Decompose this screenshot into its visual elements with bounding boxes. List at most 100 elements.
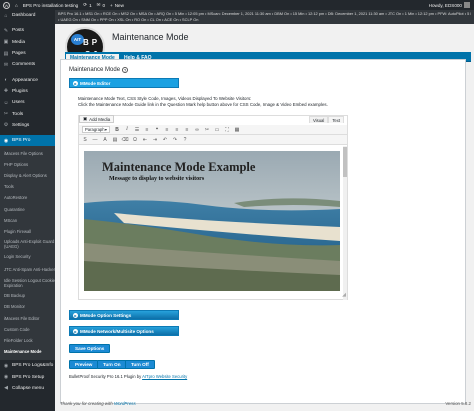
submenu-item-uploads-anti-exploit-guard-uaeg[interactable]: Uploads Anti-Exploit Guard (UAEG) [0,238,55,252]
sidebar-item-pages[interactable]: ▤ Pages [0,48,55,59]
indent-icon[interactable]: ⇥ [152,136,158,143]
bullet-list-icon[interactable]: ☰ [134,126,140,133]
align-right-icon[interactable]: ≡ [184,126,190,133]
submenu-item-idle-session-logout-cookie-expiration[interactable]: Idle Session Logout Cookie Expiration [0,277,55,291]
logo-line-1: BP [83,38,101,47]
home-icon[interactable]: ⌂ [15,3,18,8]
sidebar-item-label: Tools [12,111,24,117]
toolbar-toggle-icon[interactable]: ▦ [234,126,240,133]
sidebar-item-label: Media [12,39,26,45]
scrollbar-thumb[interactable] [343,147,347,177]
sidebar-item-label: Posts [12,28,24,34]
page-title: Maintenance Mode [112,32,189,42]
outdent-icon[interactable]: ⇤ [142,136,148,143]
howdy-text: Howdy, EDS000 [428,2,462,8]
sidebar-item-appearance[interactable]: ◐ Appearance [0,74,55,85]
blockquote-icon[interactable]: ❝ [154,126,160,133]
align-left-icon[interactable]: ≡ [164,126,170,133]
editor-scrollbar[interactable] [343,146,347,300]
bold-icon[interactable]: B [114,126,120,133]
unlink-icon[interactable]: ✂ [204,126,210,133]
paste-text-icon[interactable]: ▤ [112,136,118,143]
mmode-network-options-label: MMode Network/Multisite Options [80,328,154,334]
wordpress-link[interactable]: WordPress [114,401,136,406]
mmode-option-settings-toggle[interactable]: ▸ MMode Option Settings [69,310,179,320]
redo-icon[interactable]: ↷ [172,136,178,143]
resize-handle-icon[interactable]: ◢ [342,292,346,298]
sidebar-item-users[interactable]: ☺ Users [0,97,55,108]
sidebar-item-bps-pro-setup[interactable]: ◉ BPS Pro Setup [0,371,55,382]
submenu-item-imacess-file-editor[interactable]: iMacess File Editor [0,313,55,324]
help-question-icon[interactable]: ? [122,67,129,73]
wordpress-logo-icon[interactable]: W [3,1,10,9]
site-name-link[interactable]: BPS Pro installation testing [23,3,78,8]
dashboard-icon: ⌂ [4,12,8,19]
submenu-item-autorestore[interactable]: AutoRestore [0,193,55,204]
tab-text[interactable]: Text [328,116,344,123]
sidebar-item-settings[interactable]: ⚙ Settings [0,120,55,131]
submenu-item-plugin-firewall[interactable]: Plugin Firewall [0,227,55,238]
sidebar-item-plugins[interactable]: ✚ Plugins [0,86,55,97]
new-content-link[interactable]: + New [110,3,124,8]
submenu-item-jtc-anti-spam-anti-hacker[interactable]: JTC Anti-Spam Anti-Hacker [0,263,55,277]
italic-icon[interactable]: I [124,126,130,133]
avatar [464,2,470,8]
sidebar-item-tools[interactable]: ✂ Tools [0,108,55,119]
new-label: New [114,2,124,8]
strikethrough-icon[interactable]: S [82,136,88,143]
submenu-item-login-security[interactable]: Login Security [0,252,55,263]
mmode-editor-label: MMode Editor [80,80,111,86]
footer-thanks-text: Thank you for creating with [60,401,114,406]
sidebar-item-posts[interactable]: ✎ Posts [0,25,55,36]
clear-formatting-icon[interactable]: ⌫ [121,136,128,143]
refresh-icon: ⟳ [83,2,88,7]
submenu-item-display-alert-options[interactable]: Display & Alert Options [0,171,55,182]
preview-button[interactable]: Preview [69,360,99,369]
sidebar-item-media[interactable]: ▣ Media [0,37,55,48]
submenu-item-maintenance-mode[interactable]: Maintenance Mode [0,347,55,358]
editor-mode-tabs: Visual Text [308,116,344,123]
comment-icon: ✉ [96,2,101,7]
mmode-network-options-toggle[interactable]: ▸ MMode Network/Multisite Options [69,326,179,336]
fullscreen-icon[interactable]: ⛶ [224,126,230,133]
submenu-item-php-options[interactable]: PHP Options [0,159,55,170]
horizontal-line-icon[interactable]: — [92,136,98,143]
undo-icon[interactable]: ↶ [162,136,168,143]
special-character-icon[interactable]: Ω [132,136,138,143]
submenu-item-db-monitor[interactable]: DB Monitor [0,302,55,313]
tab-visual[interactable]: Visual [308,116,329,123]
sidebar-item-bps-pro[interactable]: ◉ BPS Pro [0,134,55,147]
turn-on-button[interactable]: Turn On [97,360,127,369]
plugin-credit-text: BulletProof Security Pro 16.1 Plugin by [69,374,143,379]
submenu-item-mscan[interactable]: MScan [0,215,55,226]
comments-link[interactable]: ✉ 0 [97,2,105,8]
save-options-button[interactable]: Save Options [69,344,111,353]
sidebar-item-dashboard[interactable]: ⌂ Dashboard [0,10,55,21]
submenu-item-imacess-file-options[interactable]: iMacess File Options [0,148,55,159]
updates-link[interactable]: ⟳ 1 [83,2,91,8]
add-media-button[interactable]: ▣ Add Media [79,115,115,123]
submenu-item-custom-code[interactable]: Custom Code [0,325,55,336]
numbered-list-icon[interactable]: ≡ [144,126,150,133]
sidebar-item-bps-pro-logs-info[interactable]: ◉ BPS Pro Logs&Info [0,360,55,371]
sidebar-item-comments[interactable]: ✉ Comments [0,59,55,70]
toggle-arrow-icon: ▸ [73,328,78,334]
submenu-item-filefolder-lock[interactable]: FileFolder Lock [0,336,55,347]
submenu-item-db-backup[interactable]: DB Backup [0,291,55,302]
submenu-item-tools[interactable]: Tools [0,182,55,193]
turn-off-button[interactable]: Turn Off [125,360,155,369]
text-color-icon[interactable]: A [102,136,108,143]
align-center-icon[interactable]: ≡ [174,126,180,133]
keyboard-shortcuts-icon[interactable]: ? [182,136,188,143]
sidebar-item-collapse-menu[interactable]: ◀ Collapse menu [0,383,55,394]
media-icon: ▣ [83,116,88,121]
my-account-link[interactable]: Howdy, EDS000 [429,2,470,8]
submenu-item-quarantine[interactable]: Quarantine [0,204,55,215]
read-more-icon[interactable]: ▭ [214,126,220,133]
link-icon[interactable]: ∞ [194,126,200,133]
format-select[interactable]: Paragraph ▾ [82,126,110,133]
chevron-down-icon: ▾ [104,127,107,132]
aitpro-link[interactable]: AITpro Website Security [142,374,187,379]
mmode-editor-toggle[interactable]: ▸ MMode Editor [69,78,179,88]
editor-content-area[interactable]: Maintenance Mode Example Message to disp… [82,147,344,297]
